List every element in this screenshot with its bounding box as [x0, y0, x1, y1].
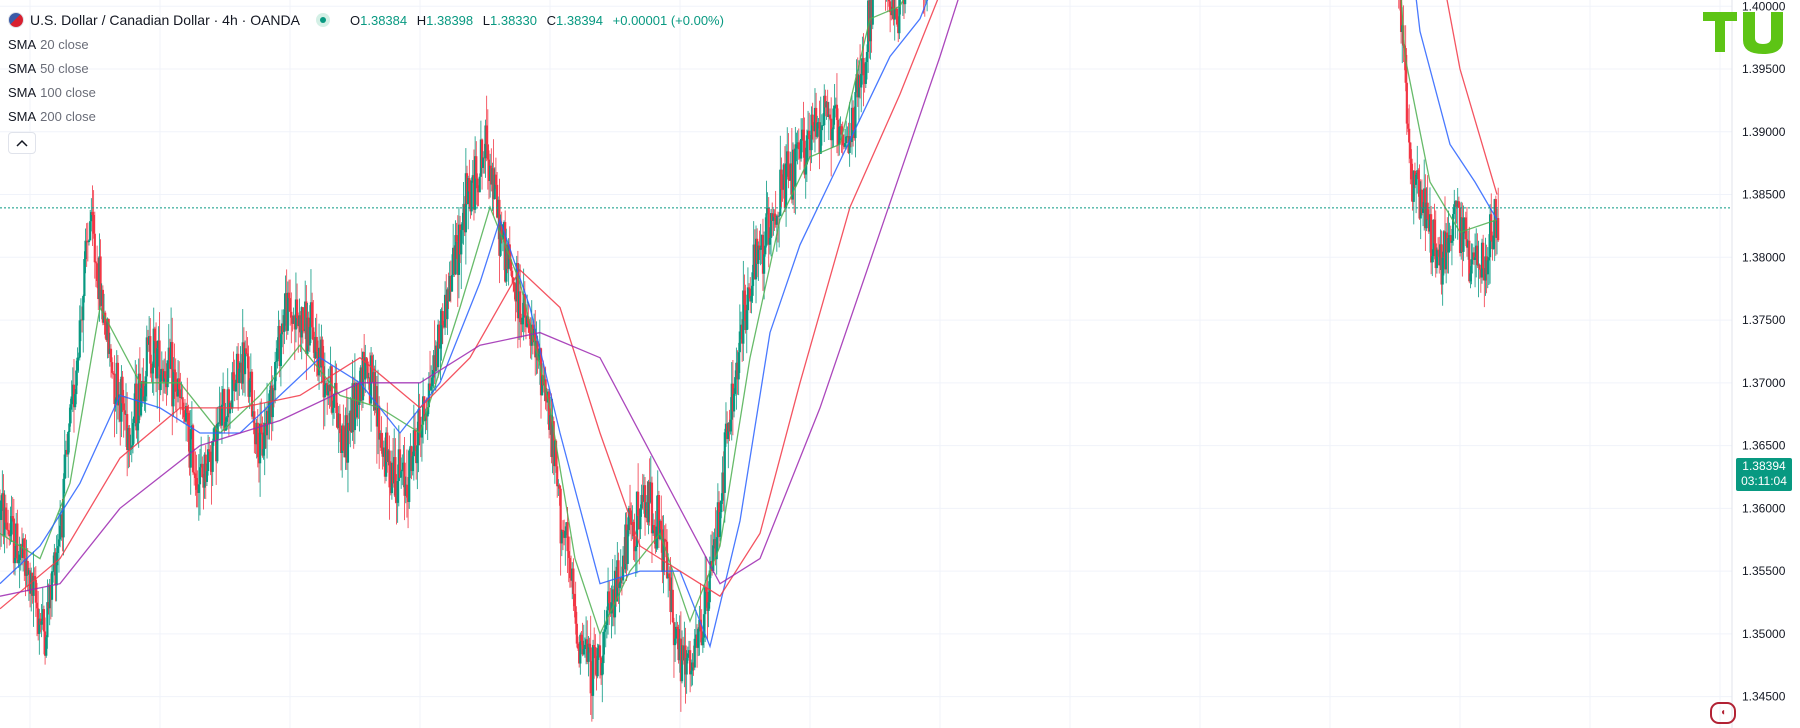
price-tick-label: 1.37500	[1742, 313, 1786, 327]
ohlc-values: O1.38384 H1.38398 L1.38330 C1.38394 +0.0…	[350, 12, 724, 28]
price-tick-label: 1.39000	[1742, 125, 1786, 139]
symbol-title[interactable]: U.S. Dollar / Canadian Dollar · 4h · OAN…	[30, 12, 300, 28]
market-open-icon	[316, 13, 330, 27]
price-tick-label: 1.38000	[1742, 250, 1786, 264]
price-axis-bg	[1732, 0, 1800, 728]
price-tick-label: 1.35000	[1742, 627, 1786, 641]
indicator-sma-100[interactable]: SMA 100 close	[8, 83, 724, 102]
chart-legend: U.S. Dollar / Canadian Dollar · 4h · OAN…	[8, 10, 724, 154]
price-axis[interactable]: 1.34500 1.35000 1.35500 1.36000 1.36500 1.370…	[1731, 0, 1800, 728]
price-tick-label: 1.36000	[1742, 501, 1786, 515]
collapse-legend-button[interactable]	[8, 132, 36, 154]
tradingview-watermark-icon: ◖	[1710, 702, 1736, 724]
last-price-value: 1.38394	[1742, 459, 1786, 473]
indicator-sma-50[interactable]: SMA 50 close	[8, 59, 724, 78]
price-tick-label: 1.34500	[1742, 690, 1786, 704]
candle	[464, 148, 467, 265]
usdcad-flag-icon	[8, 12, 24, 28]
last-price-badge: 1.38394 03:11:04	[1736, 458, 1792, 491]
bar-countdown: 03:11:04	[1741, 474, 1787, 488]
chevron-up-icon	[16, 139, 28, 147]
indicator-sma-20[interactable]: SMA 20 close	[8, 35, 724, 54]
candle	[113, 355, 116, 438]
price-tick-label: 1.35500	[1742, 564, 1786, 578]
indicator-sma-200[interactable]: SMA 200 close	[8, 107, 724, 126]
symbol-row: U.S. Dollar / Canadian Dollar · 4h · OAN…	[8, 10, 724, 30]
price-tick-label: 1.39500	[1742, 62, 1786, 76]
price-tick-label: 1.38500	[1742, 188, 1786, 202]
price-tick-label: 1.37000	[1742, 376, 1786, 390]
candle	[470, 177, 473, 216]
price-tick-label: 1.36500	[1742, 439, 1786, 453]
brand-logo-icon	[1703, 8, 1795, 61]
